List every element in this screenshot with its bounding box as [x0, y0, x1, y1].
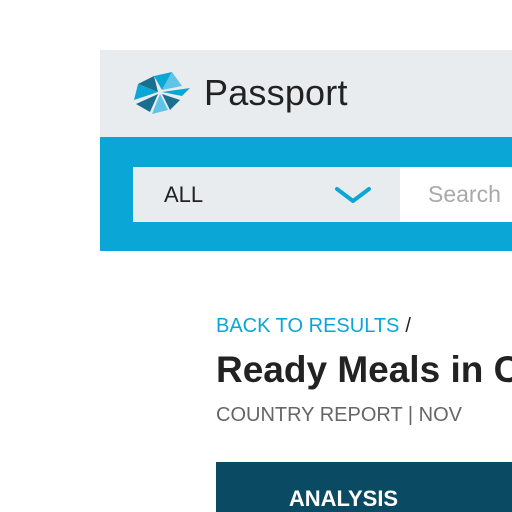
breadcrumb-separator: /	[405, 315, 411, 337]
back-to-results-link[interactable]: BACK TO RESULTS	[216, 315, 399, 337]
brand-name: Passport	[204, 72, 348, 113]
report-meta: COUNTRY REPORT | NOV	[216, 404, 462, 426]
passport-logo-icon[interactable]	[132, 70, 192, 116]
chevron-down-icon[interactable]	[334, 184, 372, 206]
search-scope-value: ALL	[164, 182, 204, 207]
page: Passport ALL BACK TO RESULTS / Ready Meal…	[0, 0, 512, 512]
page-title: Ready Meals in C	[216, 349, 512, 390]
breadcrumb: BACK TO RESULTS /	[216, 313, 411, 339]
tab-analysis-label: ANALYSIS	[288, 486, 399, 511]
search-input[interactable]	[400, 167, 512, 222]
tab-analysis[interactable]: ANALYSIS	[216, 462, 471, 512]
